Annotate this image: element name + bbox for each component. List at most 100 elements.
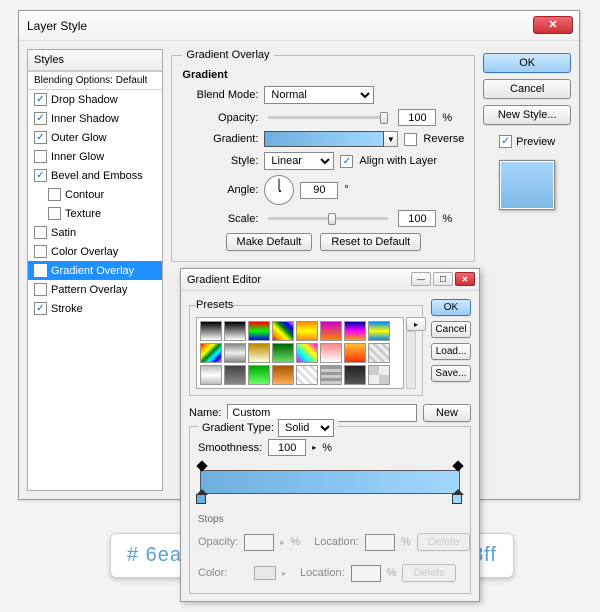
preset-cell[interactable] — [248, 365, 270, 385]
preset-cell[interactable] — [320, 321, 342, 341]
ge-load-button[interactable]: Load... — [431, 343, 471, 360]
preset-cell[interactable] — [296, 365, 318, 385]
checkbox-icon[interactable] — [34, 112, 47, 125]
scale-input[interactable] — [398, 210, 436, 227]
preset-cell[interactable] — [248, 343, 270, 363]
type-select[interactable]: Solid — [278, 419, 334, 437]
style-stroke[interactable]: Stroke — [28, 299, 162, 318]
preset-cell[interactable] — [368, 343, 390, 363]
color-stop-left[interactable] — [196, 494, 208, 506]
preset-cell[interactable] — [320, 343, 342, 363]
smooth-label: Smoothness: — [198, 442, 262, 454]
checkbox-icon[interactable] — [34, 245, 47, 258]
pct-label: % — [322, 442, 332, 454]
maximize-icon[interactable]: ☐ — [433, 272, 453, 286]
opacity-slider[interactable] — [268, 116, 388, 119]
preset-scrollbar[interactable] — [406, 331, 416, 389]
preset-cell[interactable] — [200, 321, 222, 341]
new-style-button[interactable]: New Style... — [483, 105, 571, 125]
stops-controls: Stops Opacity: ▸% Location: % Delete Col… — [198, 508, 462, 587]
ok-button[interactable]: OK — [483, 53, 571, 73]
checkbox-icon[interactable] — [34, 226, 47, 239]
style-inner-shadow[interactable]: Inner Shadow — [28, 109, 162, 128]
style-gradient-overlay[interactable]: Gradient Overlay — [28, 261, 162, 280]
styles-header[interactable]: Styles — [28, 50, 162, 71]
ge-save-button[interactable]: Save... — [431, 365, 471, 382]
preset-cell[interactable] — [200, 365, 222, 385]
close-icon[interactable]: ✕ — [455, 272, 475, 286]
gradient-swatch[interactable] — [264, 131, 384, 147]
checkbox-icon[interactable] — [48, 207, 61, 220]
style-pattern-overlay[interactable]: Pattern Overlay — [28, 280, 162, 299]
style-drop-shadow[interactable]: Drop Shadow — [28, 90, 162, 109]
preset-cell[interactable] — [368, 321, 390, 341]
style-select[interactable]: Linear — [264, 152, 334, 170]
close-icon[interactable]: ✕ — [533, 16, 573, 34]
gradient-bar[interactable] — [200, 470, 460, 494]
checkbox-icon[interactable] — [48, 188, 61, 201]
style-inner-glow[interactable]: Inner Glow — [28, 147, 162, 166]
angle-input[interactable] — [300, 182, 338, 199]
preset-cell[interactable] — [320, 365, 342, 385]
opacity-stop-right[interactable] — [453, 460, 463, 470]
checkbox-icon[interactable] — [34, 131, 47, 144]
preset-cell[interactable] — [272, 343, 294, 363]
blending-options-header[interactable]: Blending Options: Default — [28, 71, 162, 90]
preset-cell[interactable] — [224, 321, 246, 341]
preset-cell[interactable] — [272, 365, 294, 385]
ge-cancel-button[interactable]: Cancel — [431, 321, 471, 338]
preset-cell[interactable] — [344, 321, 366, 341]
opacity-stop-left[interactable] — [197, 460, 207, 470]
preset-grid[interactable] — [196, 317, 404, 389]
blend-mode-select[interactable]: Normal — [264, 86, 374, 104]
checkbox-icon[interactable] — [34, 169, 47, 182]
minimize-icon[interactable]: — — [411, 272, 431, 286]
reset-default-button[interactable]: Reset to Default — [320, 233, 421, 251]
preset-cell[interactable] — [344, 365, 366, 385]
style-bevel-emboss[interactable]: Bevel and Emboss — [28, 166, 162, 185]
preset-menu-icon[interactable]: ▸ — [406, 317, 426, 331]
gradient-row: Gradient: ▼ Reverse — [182, 131, 464, 147]
style-outer-glow[interactable]: Outer Glow — [28, 128, 162, 147]
ge-title: Gradient Editor — [187, 274, 261, 286]
opacity-input[interactable] — [398, 109, 436, 126]
cancel-button[interactable]: Cancel — [483, 79, 571, 99]
reverse-checkbox[interactable] — [404, 133, 417, 146]
preset-cell[interactable] — [248, 321, 270, 341]
checkbox-icon[interactable] — [34, 264, 47, 277]
style-satin[interactable]: Satin — [28, 223, 162, 242]
preset-cell[interactable] — [224, 365, 246, 385]
style-contour[interactable]: Contour — [28, 185, 162, 204]
preset-cell[interactable] — [200, 343, 222, 363]
checkbox-icon[interactable] — [34, 93, 47, 106]
checkbox-icon[interactable] — [34, 302, 47, 315]
style-color-overlay[interactable]: Color Overlay — [28, 242, 162, 261]
make-default-button[interactable]: Make Default — [226, 233, 313, 251]
new-gradient-button[interactable]: New — [423, 404, 471, 422]
preset-cell[interactable] — [224, 343, 246, 363]
ge-ok-button[interactable]: OK — [431, 299, 471, 316]
style-texture[interactable]: Texture — [28, 204, 162, 223]
stop-location-label: Location: — [314, 536, 359, 548]
smooth-input[interactable] — [268, 439, 306, 456]
preset-cell[interactable] — [296, 321, 318, 341]
gradient-type-group: Gradient Type: Solid Smoothness: ▸ % Sto… — [189, 426, 471, 594]
chevron-down-icon[interactable]: ▼ — [384, 131, 398, 147]
preview-checkbox[interactable] — [499, 135, 512, 148]
style-row: Style: Linear Align with Layer — [182, 152, 464, 170]
preset-cell[interactable] — [368, 365, 390, 385]
presets-label: Presets — [196, 299, 233, 311]
checkbox-icon[interactable] — [34, 150, 47, 163]
gradient-editor-dialog: Gradient Editor — ☐ ✕ Presets — [180, 268, 480, 602]
color-stop-right[interactable] — [452, 494, 464, 506]
preset-cell[interactable] — [344, 343, 366, 363]
style-label: Style: — [182, 155, 258, 167]
align-checkbox[interactable] — [340, 155, 353, 168]
gradient-subtitle: Gradient — [182, 69, 464, 81]
checkbox-icon[interactable] — [34, 283, 47, 296]
preset-cell[interactable] — [272, 321, 294, 341]
scale-slider[interactable] — [268, 217, 388, 220]
angle-dial[interactable] — [264, 175, 294, 205]
preset-cell[interactable] — [296, 343, 318, 363]
presets-group: Presets — [189, 299, 423, 396]
